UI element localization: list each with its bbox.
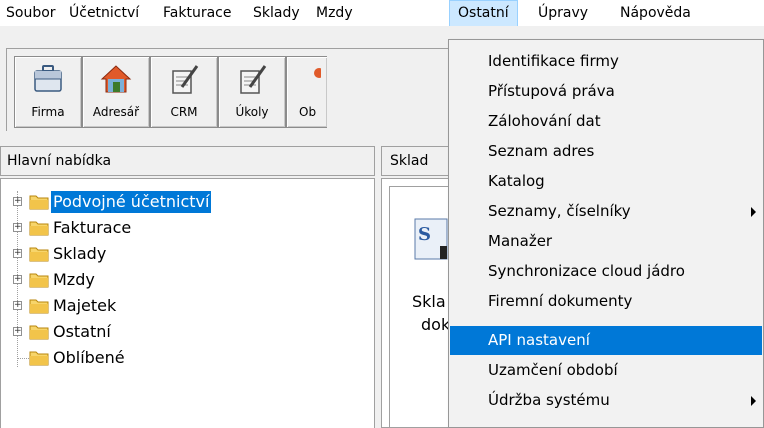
svg-text:S: S: [418, 224, 431, 245]
menu-bar: Soubor Účetnictví Fakturace Sklady Mzdy …: [0, 0, 764, 27]
tree-view: + Podvojné účetnictví + Fakturace + Skla…: [0, 178, 375, 428]
expand-icon[interactable]: +: [13, 249, 22, 258]
folder-icon: [29, 299, 49, 314]
crm-label: CRM: [170, 105, 198, 119]
tree-connector: [17, 358, 29, 359]
menu-item-zalohovani-dat[interactable]: Zálohování dat: [450, 107, 762, 136]
house-icon: [100, 65, 132, 93]
menu-mzdy[interactable]: Mzdy: [316, 4, 353, 22]
folder-icon: [29, 195, 49, 210]
expand-icon[interactable]: +: [13, 275, 22, 284]
folder-icon: [29, 273, 49, 288]
menu-fakturace[interactable]: Fakturace: [163, 4, 231, 22]
menu-item-udrzba-systemu[interactable]: Údržba systému: [450, 386, 762, 415]
tree-item-label: Sklady: [53, 244, 107, 263]
menu-item-seznamy-ciselniky[interactable]: Seznamy, číselníky: [450, 197, 762, 226]
menu-item-katalog[interactable]: Katalog: [450, 167, 762, 196]
menu-item-identifikace-firmy[interactable]: Identifikace firmy: [450, 47, 762, 76]
expand-icon[interactable]: +: [13, 301, 22, 310]
adresar-label: Adresář: [92, 105, 140, 119]
tree-item-label: Mzdy: [53, 270, 95, 289]
expand-icon[interactable]: +: [13, 327, 22, 336]
right-panel-text-1: Skla: [412, 292, 446, 311]
ob-button[interactable]: Ob: [286, 56, 327, 128]
tree-item-label: Majetek: [53, 296, 117, 315]
ostatni-dropdown-menu: Identifikace firmy Přístupová práva Zálo…: [448, 39, 764, 428]
notepad-icon: [240, 65, 267, 94]
right-panel-text-2: dok: [421, 315, 451, 334]
tree-item-label: Oblíbené: [53, 348, 125, 367]
firma-label: Firma: [31, 105, 65, 119]
notepad-icon: [172, 65, 199, 94]
folder-icon: [29, 351, 49, 366]
folder-icon: [29, 325, 49, 340]
partial-icon: [314, 68, 321, 78]
tree-item-label: Fakturace: [53, 218, 132, 237]
menu-item-manazer[interactable]: Manažer: [450, 227, 762, 256]
crm-button[interactable]: CRM: [150, 56, 218, 128]
menu-item-api-nastaveni[interactable]: API nastavení: [450, 326, 762, 355]
expand-icon[interactable]: +: [13, 197, 22, 206]
ukoly-label: Úkoly: [235, 105, 269, 119]
menu-napoveda[interactable]: Nápověda: [620, 4, 691, 22]
submenu-arrow-icon: [751, 207, 756, 217]
firma-button[interactable]: Firma: [14, 56, 82, 128]
menu-item-uzamceni-obdobi[interactable]: Uzamčení období: [450, 356, 762, 385]
document-icon[interactable]: S: [414, 218, 448, 260]
menu-item-seznam-adres[interactable]: Seznam adres: [450, 137, 762, 166]
adresar-button[interactable]: Adresář: [82, 56, 150, 128]
tree-item-label: Ostatní: [53, 322, 111, 341]
briefcase-icon: [34, 65, 62, 92]
menu-item-synchronizace-cloud-jadro[interactable]: Synchronizace cloud jádro: [450, 257, 762, 286]
folder-icon: [29, 221, 49, 236]
folder-icon: [29, 247, 49, 262]
menu-upravy[interactable]: Úpravy: [538, 4, 588, 22]
menu-ucetnictvi[interactable]: Účetnictví: [69, 4, 139, 22]
menu-sklady[interactable]: Sklady: [253, 4, 300, 22]
expand-icon[interactable]: +: [13, 223, 22, 232]
menu-ostatni[interactable]: Ostatní: [449, 0, 518, 27]
ob-label: Ob: [299, 105, 317, 119]
submenu-arrow-icon: [751, 396, 756, 406]
menu-item-firemni-dokumenty[interactable]: Firemní dokumenty: [450, 287, 762, 316]
menu-item-pristupova-prava[interactable]: Přístupová práva: [450, 77, 762, 106]
ukoly-button[interactable]: Úkoly: [218, 56, 286, 128]
menu-soubor[interactable]: Soubor: [6, 4, 56, 22]
tree-item-label: Podvojné účetnictví: [51, 191, 212, 213]
left-panel-title: Hlavní nabídka: [0, 146, 375, 176]
